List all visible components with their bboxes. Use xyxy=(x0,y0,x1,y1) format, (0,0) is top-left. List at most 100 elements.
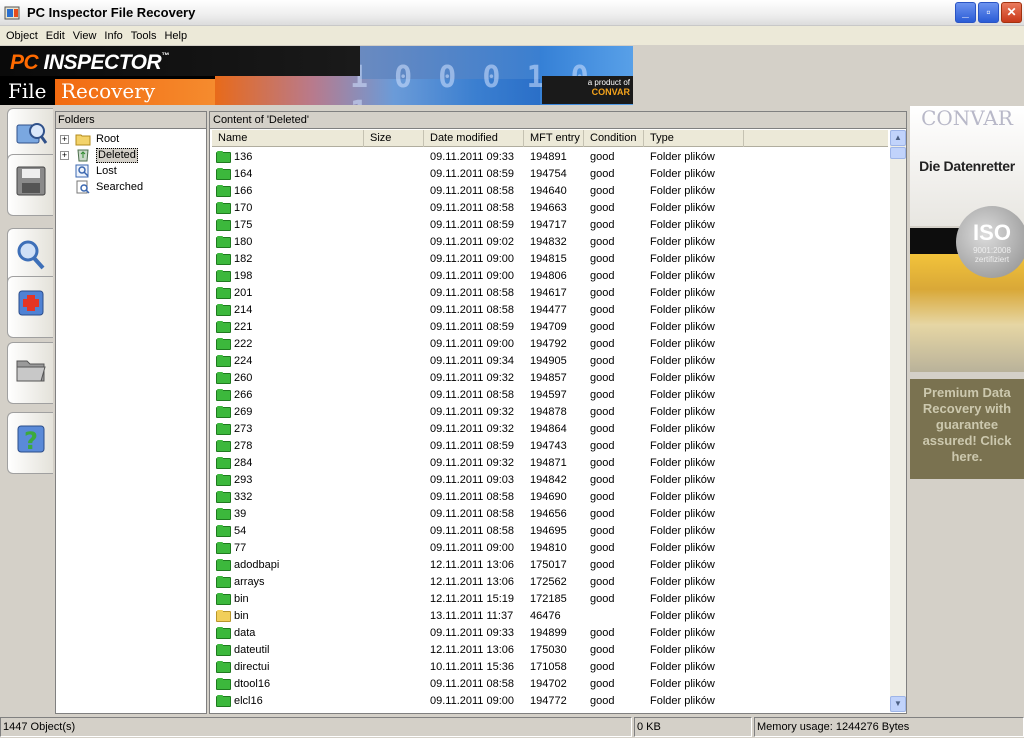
menu-info[interactable]: Info xyxy=(100,30,126,42)
folder-icon xyxy=(216,695,231,707)
tree-item-deleted[interactable]: + Deleted xyxy=(56,147,206,163)
table-row[interactable]: arrays 12.11.2011 13:06 172562 good Folder p… xyxy=(212,574,888,591)
column-size[interactable]: Size xyxy=(364,130,424,147)
column-date-modified[interactable]: Date modified xyxy=(424,130,524,147)
table-row[interactable]: 221 09.11.2011 08:59 194709 good Folder plik… xyxy=(212,319,888,336)
recycle-bin-icon xyxy=(77,149,89,162)
ad-convar-logo: CONVAR xyxy=(921,106,1013,130)
vertical-scrollbar[interactable]: ▲ ▼ xyxy=(890,130,906,712)
cell-condition: good xyxy=(590,542,615,554)
table-row[interactable]: 273 09.11.2011 09:32 194864 good Folder plik… xyxy=(212,421,888,438)
cell-mft: 194891 xyxy=(530,151,567,163)
recover-tab[interactable] xyxy=(7,276,53,338)
convar-advertisement[interactable]: CONVAR Die Datenretter ISO 9001:2008 zer… xyxy=(910,106,1024,479)
cell-mft: 194857 xyxy=(530,372,567,384)
column-condition[interactable]: Condition xyxy=(584,130,644,147)
table-row[interactable]: 164 09.11.2011 08:59 194754 good Folder plik… xyxy=(212,166,888,183)
column-mft-entry[interactable]: MFT entry xyxy=(524,130,584,147)
close-button[interactable]: ✕ xyxy=(1001,2,1022,23)
menu-object[interactable]: Object xyxy=(2,30,42,42)
table-row[interactable]: 180 09.11.2011 09:02 194832 good Folder plik… xyxy=(212,234,888,251)
status-size: 0 KB xyxy=(634,717,752,737)
table-row[interactable]: elcl16 09.11.2011 09:00 194772 good Folder p… xyxy=(212,693,888,710)
table-row[interactable]: 39 09.11.2011 08:58 194656 good Folder plikó… xyxy=(212,506,888,523)
folder-icon xyxy=(216,440,231,452)
cell-mft: 194477 xyxy=(530,304,567,316)
table-row[interactable]: 214 09.11.2011 08:58 194477 good Folder plik… xyxy=(212,302,888,319)
cell-name: 278 xyxy=(234,440,253,452)
table-row[interactable]: adodbapi 12.11.2011 13:06 175017 good Folder… xyxy=(212,557,888,574)
table-row[interactable]: 278 09.11.2011 08:59 194743 good Folder plik… xyxy=(212,438,888,455)
minimize-button[interactable]: _ xyxy=(955,2,976,23)
cell-mft: 194754 xyxy=(530,168,567,180)
cell-name: directui xyxy=(234,661,270,673)
cell-date: 09.11.2011 08:58 xyxy=(430,185,515,197)
folder-icon xyxy=(216,542,231,554)
title-bar[interactable]: PC Inspector File Recovery _ ▫ ✕ xyxy=(0,0,1024,26)
table-row[interactable]: 170 09.11.2011 08:58 194663 good Folder plik… xyxy=(212,200,888,217)
help-tab[interactable]: ? xyxy=(7,412,53,474)
cell-mft: 46476 xyxy=(530,610,561,622)
table-row[interactable]: 198 09.11.2011 09:00 194806 good Folder plik… xyxy=(212,268,888,285)
cell-condition: good xyxy=(590,253,615,265)
scroll-thumb[interactable] xyxy=(890,147,906,159)
cell-name: data xyxy=(234,627,256,639)
convar-product-badge[interactable]: a product of CONVAR xyxy=(542,76,633,104)
table-row[interactable]: 136 09.11.2011 09:33 194891 good Folder plik… xyxy=(212,149,888,166)
scroll-up-button[interactable]: ▲ xyxy=(890,130,906,146)
table-row[interactable]: 269 09.11.2011 09:32 194878 good Folder plik… xyxy=(212,404,888,421)
folder-icon xyxy=(216,185,231,197)
folder-tab[interactable] xyxy=(7,342,53,404)
cell-type: Folder plików xyxy=(650,440,715,452)
table-row[interactable]: 54 09.11.2011 08:58 194695 good Folder plikó… xyxy=(212,523,888,540)
table-row[interactable]: 222 09.11.2011 09:00 194792 good Folder plik… xyxy=(212,336,888,353)
table-row[interactable]: 175 09.11.2011 08:59 194717 good Folder plik… xyxy=(212,217,888,234)
table-row[interactable]: 284 09.11.2011 09:32 194871 good Folder plik… xyxy=(212,455,888,472)
menu-edit[interactable]: Edit xyxy=(42,30,69,42)
cell-name: elcl16 xyxy=(234,695,263,707)
banner-file-word: File xyxy=(0,79,55,105)
cell-date: 09.11.2011 09:00 xyxy=(430,542,515,554)
table-row[interactable]: directui 10.11.2011 15:36 171058 good Folder… xyxy=(212,659,888,676)
column-name[interactable]: Name xyxy=(212,130,364,147)
folder-icon xyxy=(216,372,231,384)
table-row[interactable]: bin 13.11.2011 11:37 46476 Folder plików xyxy=(212,608,888,625)
menu-view[interactable]: View xyxy=(69,30,101,42)
table-row[interactable]: 77 09.11.2011 09:00 194810 good Folder plikó… xyxy=(212,540,888,557)
cell-condition: good xyxy=(590,287,615,299)
maximize-button[interactable]: ▫ xyxy=(978,2,999,23)
cell-name: 164 xyxy=(234,168,253,180)
table-row[interactable]: 266 09.11.2011 08:58 194597 good Folder plik… xyxy=(212,387,888,404)
table-row[interactable]: dtool16 09.11.2011 08:58 194702 good Folder … xyxy=(212,676,888,693)
table-row[interactable]: 166 09.11.2011 08:58 194640 good Folder plik… xyxy=(212,183,888,200)
tree-item-searched[interactable]: Searched xyxy=(56,179,206,195)
table-row[interactable]: 293 09.11.2011 09:03 194842 good Folder plik… xyxy=(212,472,888,489)
table-row[interactable]: bin 12.11.2011 15:19 172185 good Folder plik… xyxy=(212,591,888,608)
menu-help[interactable]: Help xyxy=(160,30,191,42)
scroll-down-button[interactable]: ▼ xyxy=(890,696,906,712)
ad-premium-text[interactable]: Premium Data Recovery with guarantee ass… xyxy=(910,379,1024,479)
menu-tools[interactable]: Tools xyxy=(127,30,161,42)
table-row[interactable]: dateutil 12.11.2011 13:06 175030 good Folder… xyxy=(212,642,888,659)
cell-type: Folder plików xyxy=(650,372,715,384)
table-row[interactable]: 201 09.11.2011 08:58 194617 good Folder plik… xyxy=(212,285,888,302)
tree-item-lost[interactable]: Lost xyxy=(56,163,206,179)
table-row[interactable]: 332 09.11.2011 08:58 194690 good Folder plik… xyxy=(212,489,888,506)
cell-condition: good xyxy=(590,372,615,384)
expand-icon[interactable]: + xyxy=(60,135,69,144)
help-question-icon: ? xyxy=(17,425,45,455)
table-row[interactable]: 182 09.11.2011 09:00 194815 good Folder plik… xyxy=(212,251,888,268)
content-panel: Content of 'Deleted' Name Size Date modi… xyxy=(209,111,907,714)
cell-condition: good xyxy=(590,508,615,520)
table-row[interactable]: 224 09.11.2011 09:34 194905 good Folder plik… xyxy=(212,353,888,370)
content-header: Content of 'Deleted' xyxy=(210,112,906,129)
table-row[interactable]: 260 09.11.2011 09:32 194857 good Folder plik… xyxy=(212,370,888,387)
tree-item-root[interactable]: + Root xyxy=(56,131,206,147)
cell-type: Folder plików xyxy=(650,610,715,622)
save-tab[interactable] xyxy=(7,154,53,216)
column-type[interactable]: Type xyxy=(644,130,744,147)
cell-condition: good xyxy=(590,304,615,316)
table-row[interactable]: data 09.11.2011 09:33 194899 good Folder pli… xyxy=(212,625,888,642)
expand-icon[interactable]: + xyxy=(60,151,69,160)
cell-type: Folder plików xyxy=(650,525,715,537)
